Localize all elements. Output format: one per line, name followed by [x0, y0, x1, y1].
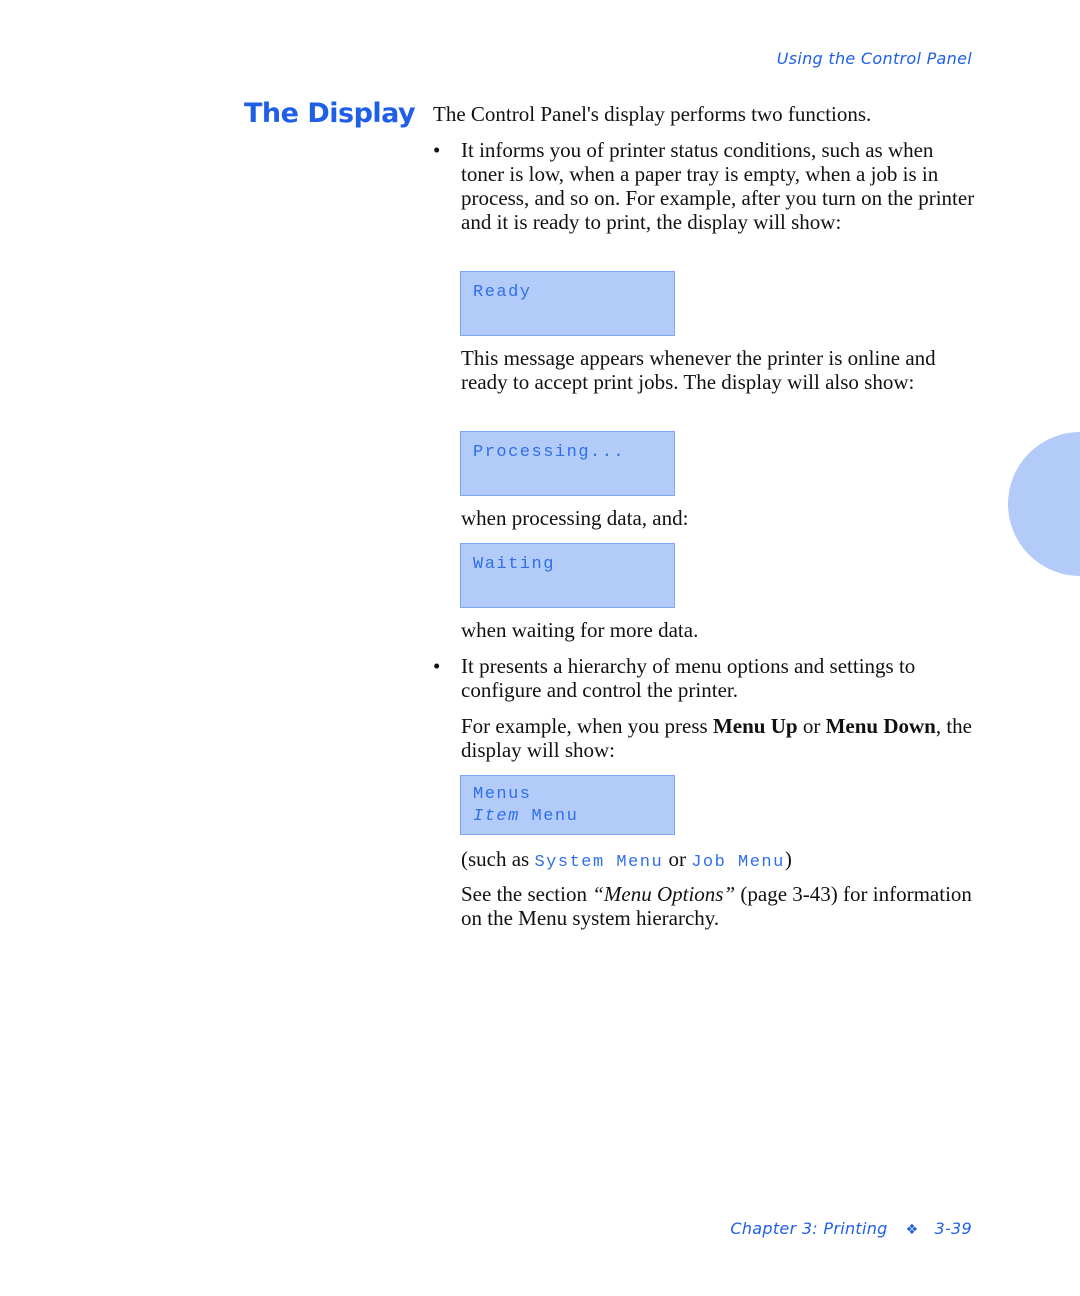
menu-options-reference[interactable]: “Menu Options” — [592, 882, 735, 906]
page-footer: Chapter 3: Printing ❖ 3-39 — [730, 1219, 972, 1238]
bullet-icon: • — [433, 654, 441, 678]
intro-text: The Control Panel's display performs two… — [433, 102, 872, 126]
lcd-ready: Ready — [460, 271, 675, 336]
lcd-waiting-text: Waiting — [473, 555, 555, 574]
footer-chapter: Chapter 3: Printing — [730, 1219, 888, 1238]
running-header: Using the Control Panel — [776, 49, 972, 68]
lcd-menus-line2: Item Menu — [473, 806, 674, 828]
processing-explanation: when processing data, and: — [461, 506, 689, 530]
waiting-explanation: when waiting for more data. — [461, 618, 699, 642]
system-menu-example: System Menu — [534, 853, 664, 872]
diamond-separator-icon: ❖ — [905, 1222, 919, 1238]
such-as-or: or — [663, 847, 692, 871]
section-title: The Display — [244, 98, 416, 129]
lcd-processing-text: Processing... — [473, 443, 626, 462]
lcd-ready-text: Ready — [473, 283, 532, 302]
menu-example: For example, when you press Menu Up or M… — [461, 714, 976, 762]
see-prefix: See the section — [461, 882, 593, 906]
such-as-prefix: (such as — [461, 847, 535, 871]
bullet-menu-text: It presents a hierarchy of menu options … — [461, 654, 916, 702]
key-menu-up: Menu Up — [712, 714, 798, 738]
lcd-processing: Processing... — [460, 431, 675, 496]
lcd-item-placeholder: Item — [473, 807, 520, 826]
job-menu-example: Job Menu — [691, 853, 785, 872]
bullet-status-text: It informs you of printer status conditi… — [461, 138, 975, 234]
see-section-line: See the section “Menu Options” (page 3-4… — [461, 882, 976, 930]
lcd-waiting: Waiting — [460, 543, 675, 608]
key-menu-down: Menu Down — [825, 714, 936, 738]
such-as-suffix: ) — [784, 847, 792, 871]
example-prefix: For example, when you press — [461, 714, 713, 738]
lcd-menus-line1: Menus — [473, 785, 532, 804]
chapter-thumb-tab — [1008, 432, 1080, 576]
lcd-menu-word: Menu — [519, 807, 579, 826]
bullet-menu: • It presents a hierarchy of menu option… — [433, 654, 978, 702]
ready-explanation: This message appears whenever the printe… — [461, 346, 936, 394]
lcd-menus: Menus Item Menu — [460, 775, 675, 835]
bullet-icon: • — [433, 138, 441, 162]
example-or: or — [797, 714, 826, 738]
page-number: 3-39 — [934, 1219, 972, 1238]
bullet-status: • It informs you of printer status condi… — [433, 138, 978, 234]
such-as-line: (such as System Menu or Job Menu) — [461, 847, 976, 875]
